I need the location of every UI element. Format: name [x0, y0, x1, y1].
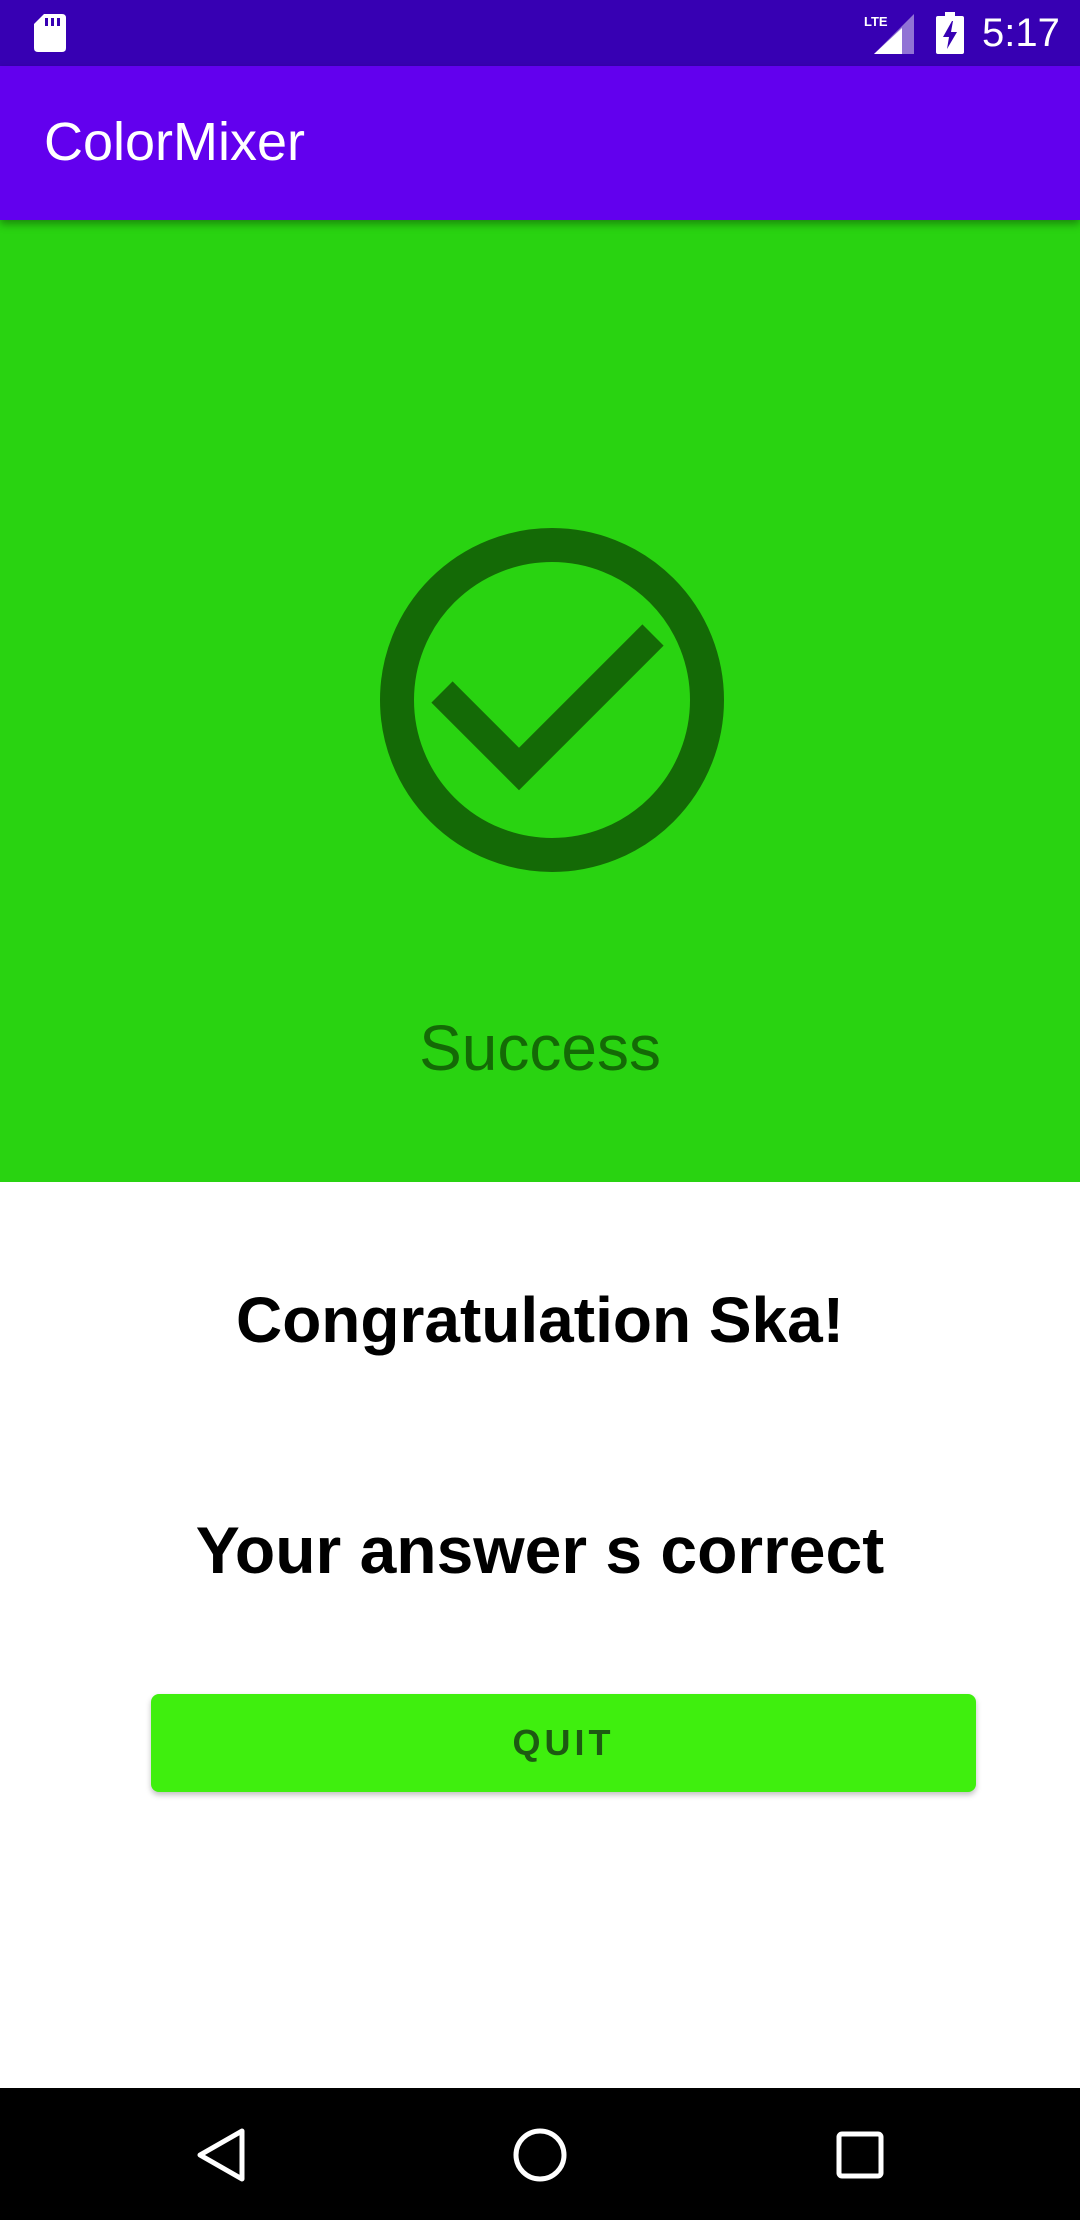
status-bar: LTE 5:17: [0, 0, 1080, 66]
recents-square-icon: [836, 2131, 884, 2179]
home-button[interactable]: [495, 2110, 585, 2200]
congratulation-message: Congratulation Ska!: [235, 1284, 845, 1356]
navigation-bar: [0, 2088, 1080, 2220]
app-bar: ColorMixer: [0, 66, 1080, 220]
sd-card-icon: [34, 14, 66, 52]
status-clock: 5:17: [982, 11, 1060, 55]
network-type-label: LTE: [864, 14, 888, 29]
success-label: Success: [419, 1012, 661, 1084]
battery-charging-icon: [936, 12, 964, 54]
recents-button[interactable]: [815, 2110, 905, 2200]
back-triangle-icon: [197, 2128, 245, 2182]
home-circle-icon: [513, 2128, 567, 2182]
success-panel: Success: [0, 220, 1080, 1182]
check-circle-icon: [380, 528, 724, 872]
screen: LTE 5:17 ColorMixer Success Congratulati…: [0, 0, 1080, 2220]
quit-button[interactable]: QUIT: [151, 1694, 976, 1792]
app-title: ColorMixer: [44, 112, 306, 172]
back-button[interactable]: [176, 2110, 266, 2200]
lte-signal-icon: LTE: [864, 14, 914, 54]
answer-message: Your answer s correct: [195, 1513, 885, 1587]
